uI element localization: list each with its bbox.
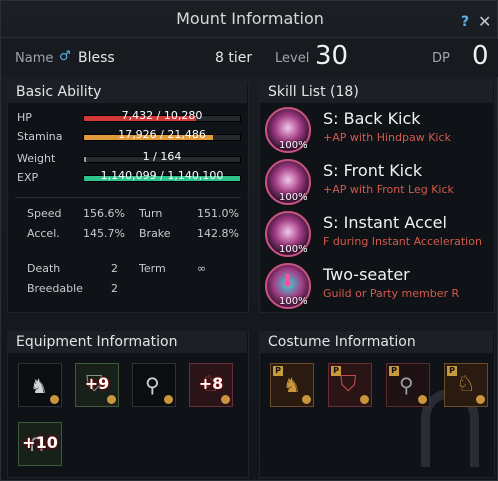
equipment-slot[interactable]: ♞: [18, 363, 62, 407]
term-value: ∞: [197, 262, 207, 275]
enhance-level: +9: [84, 374, 110, 393]
hp-label: HP: [17, 111, 32, 124]
skill-desc: Guild or Party member R: [323, 287, 460, 300]
equipment-slot[interactable]: ∩ +10: [18, 422, 62, 466]
skill-percent: 100%: [279, 140, 308, 151]
costume-slot[interactable]: P ♘: [444, 363, 488, 407]
costume-badge: P: [273, 366, 283, 376]
hp-value: 7,432 / 10,280: [121, 109, 203, 122]
skill-percent: 100%: [279, 244, 308, 255]
skill-item[interactable]: 100% S: Front Kick +AP with Front Leg Ki…: [265, 159, 495, 211]
weight-value: 1 / 164: [142, 150, 182, 163]
slot-indicator-icon: [476, 395, 485, 404]
mount-name: Bless: [78, 50, 115, 66]
window-title: Mount Information: [176, 9, 324, 28]
equipment-title: Equipment Information: [7, 331, 247, 353]
skill-item[interactable]: ⬇ 100% Two-seater Guild or Party member …: [265, 263, 495, 315]
costume-barding-icon: ♞: [283, 373, 301, 397]
basic-ability-title: Basic Ability: [7, 81, 247, 103]
skill-desc: +AP with Hindpaw Kick: [323, 131, 451, 144]
costume-armor-icon: ♘: [456, 372, 476, 397]
skill-percent: 100%: [279, 296, 308, 307]
skill-name: Two-seater: [323, 265, 410, 284]
slot-indicator-icon: [221, 395, 230, 404]
arrow-down-icon: ⬇: [280, 271, 296, 292]
costume-slot[interactable]: P ⛉: [328, 363, 372, 407]
death-label: Death: [27, 262, 61, 275]
costume-badge: P: [389, 366, 399, 376]
name-label: Name: [15, 51, 54, 66]
slot-indicator-icon: [418, 395, 427, 404]
costume-stirrups-icon: ⚲: [399, 373, 414, 397]
dp-value: 0: [472, 41, 489, 71]
stamina-value: 17,926 / 21,486: [118, 128, 206, 141]
stamina-bar: 17,926 / 21,486: [83, 128, 241, 141]
breedable-value: 2: [111, 282, 118, 295]
close-button[interactable]: ✕: [478, 12, 491, 31]
level-value: 30: [315, 41, 349, 71]
slot-indicator-icon: [50, 395, 59, 404]
weight-label: Weight: [17, 152, 56, 165]
term-label: Term: [139, 262, 166, 275]
speed-label: Speed: [27, 207, 62, 220]
brake-label: Brake: [139, 227, 171, 240]
help-button[interactable]: ?: [461, 14, 469, 30]
equipment-slot[interactable]: ⛉ +9: [75, 363, 119, 407]
costume-slot[interactable]: P ⚲: [386, 363, 430, 407]
slot-indicator-icon: [107, 395, 116, 404]
exp-value: 1,140,099 / 1,140,100: [100, 169, 224, 182]
turn-value: 151.0%: [197, 207, 239, 220]
dp-label: DP: [432, 51, 450, 66]
costume-title: Costume Information: [259, 331, 493, 353]
skill-desc: +AP with Front Leg Kick: [323, 183, 454, 196]
slot-indicator-icon: [360, 395, 369, 404]
title-bar[interactable]: Mount Information ? ✕: [1, 1, 498, 38]
mount-header: Name ♂ Bless 8 tier Level 30 DP 0: [1, 39, 498, 77]
enhance-level: +8: [198, 374, 224, 393]
stamina-label: Stamina: [17, 130, 63, 143]
stirrups-icon: ⚲: [145, 373, 160, 397]
skill-item[interactable]: 100% S: Back Kick +AP with Hindpaw Kick: [265, 107, 495, 159]
costume-slot[interactable]: P ♞: [270, 363, 314, 407]
slot-indicator-icon: [302, 395, 311, 404]
costume-saddle-icon: ⛉: [340, 372, 357, 397]
skill-name: S: Front Kick: [323, 161, 423, 180]
exp-bar: 1,140,099 / 1,140,100: [83, 169, 241, 182]
skill-percent: 100%: [279, 192, 308, 203]
level-label: Level: [275, 51, 310, 66]
speed-value: 156.6%: [83, 207, 125, 220]
skill-name: S: Instant Accel: [323, 213, 447, 232]
slot-indicator-icon: [164, 395, 173, 404]
brake-value: 142.8%: [197, 227, 239, 240]
horse-barding-icon: ♞: [30, 374, 48, 398]
exp-label: EXP: [17, 171, 39, 184]
skill-name: S: Back Kick: [323, 109, 421, 128]
death-value: 2: [111, 262, 118, 275]
equipment-slot[interactable]: ⚲: [132, 363, 176, 407]
breedable-label: Breedable: [27, 282, 83, 295]
enhance-level: +10: [22, 433, 58, 452]
accel-label: Accel.: [27, 227, 60, 240]
weight-bar: 1 / 164: [83, 150, 241, 163]
mount-tier: 8 tier: [215, 50, 253, 66]
skill-item[interactable]: 100% S: Instant Accel F during Instant A…: [265, 211, 495, 263]
divider: [15, 197, 241, 198]
mount-info-window: Mount Information ? ✕ Name ♂ Bless 8 tie…: [0, 0, 498, 481]
hp-bar: 7,432 / 10,280: [83, 109, 241, 122]
gender-icon: ♂: [59, 49, 71, 64]
skill-list-title: Skill List (18): [259, 81, 493, 103]
accel-value: 145.7%: [83, 227, 125, 240]
turn-label: Turn: [139, 207, 163, 220]
equipment-slot[interactable]: ♘ +8: [189, 363, 233, 407]
skill-desc: F during Instant Acceleration: [323, 235, 482, 248]
